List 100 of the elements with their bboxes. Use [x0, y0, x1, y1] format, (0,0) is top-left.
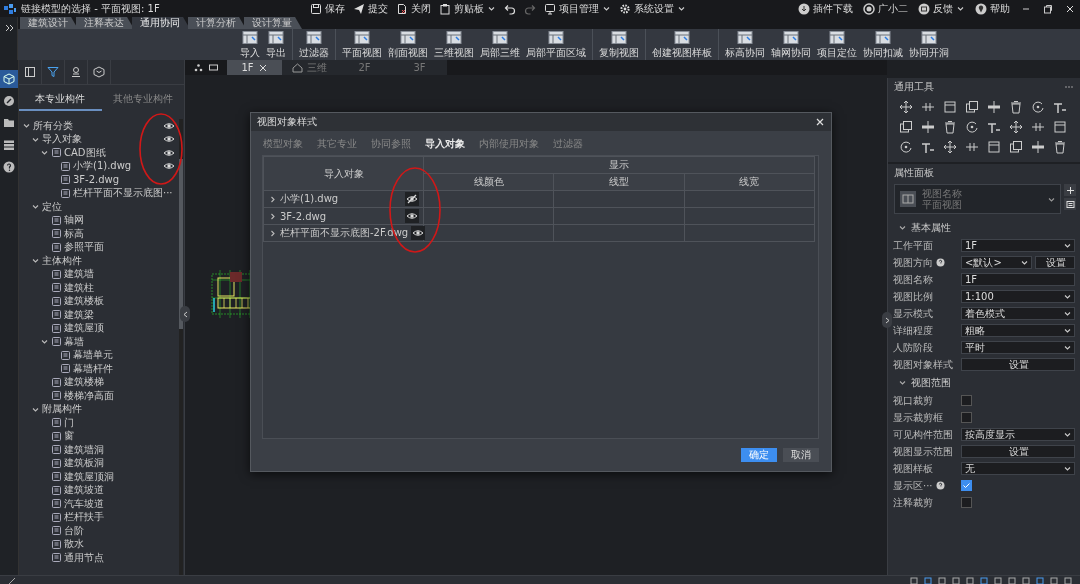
- rectangle-icon[interactable]: [208, 62, 219, 73]
- tree-item[interactable]: 汽车坡道: [64, 496, 175, 511]
- caret-icon[interactable]: [268, 194, 277, 204]
- toolbar-button[interactable]: 导出: [263, 29, 288, 60]
- checkbox[interactable]: [961, 395, 972, 406]
- dropdown[interactable]: 按高度显示: [961, 428, 1075, 441]
- rail-button[interactable]: [0, 70, 18, 88]
- move-icon[interactable]: [942, 140, 957, 154]
- rotate-icon[interactable]: [1030, 100, 1045, 114]
- menu-button[interactable]: 帮助: [975, 1, 1010, 16]
- add-button[interactable]: [1064, 184, 1076, 196]
- toolbar-button[interactable]: 协同开洞: [906, 29, 951, 60]
- restore-icon[interactable]: [1042, 2, 1054, 15]
- dialog-tab[interactable]: 导入对象: [425, 137, 465, 151]
- tree-item[interactable]: 建筑楼板: [64, 294, 175, 309]
- tree-item[interactable]: 建筑板洞: [64, 456, 175, 471]
- document-tab[interactable]: 1F: [227, 60, 282, 75]
- tree-item[interactable]: 幕墙: [64, 334, 175, 349]
- tree-item[interactable]: 导入对象: [42, 132, 161, 147]
- eye-icon[interactable]: [405, 209, 419, 223]
- rotate-icon[interactable]: [964, 120, 979, 134]
- tree-item[interactable]: 建筑楼梯: [64, 375, 175, 390]
- toolbar-button[interactable]: 三维视图: [431, 29, 476, 60]
- tree-item[interactable]: 标高: [64, 226, 175, 241]
- split-line-icon[interactable]: [1030, 120, 1045, 134]
- menu-button[interactable]: 插件下载: [798, 1, 853, 16]
- caret-icon[interactable]: [40, 148, 49, 158]
- dropdown[interactable]: 着色模式: [961, 307, 1075, 320]
- ribbon-tab[interactable]: 注释表达: [76, 17, 134, 29]
- copy-icon[interactable]: [964, 100, 979, 114]
- caret-icon[interactable]: [31, 256, 40, 266]
- tree-item[interactable]: 幕墙杆件: [73, 361, 175, 376]
- dropdown[interactable]: 无: [961, 462, 1075, 475]
- toolbar-button[interactable]: 局部平面区域: [523, 29, 588, 60]
- tree-item[interactable]: 所有分类: [33, 118, 161, 133]
- collapse-handle[interactable]: [882, 312, 892, 328]
- tree-item[interactable]: 小学(1).dwg: [73, 159, 161, 174]
- dropdown[interactable]: 1:100: [961, 290, 1075, 303]
- caret-icon[interactable]: [22, 121, 31, 131]
- toolbar-button[interactable]: 创建视图样板: [649, 29, 714, 60]
- panel-tab[interactable]: 其他专业构件: [101, 89, 184, 111]
- move-icon[interactable]: [898, 100, 913, 114]
- cancel-button[interactable]: 取消: [783, 448, 819, 462]
- toolbar-button[interactable]: 剖面视图: [385, 29, 430, 60]
- collapse-handle[interactable]: [180, 306, 190, 322]
- tree-item[interactable]: 门: [64, 415, 175, 430]
- tree-item[interactable]: 3F-2.dwg: [73, 174, 175, 186]
- toolbar-button[interactable]: 平面视图: [339, 29, 384, 60]
- split-line-icon[interactable]: [920, 100, 935, 114]
- checkbox[interactable]: [961, 480, 972, 491]
- tree-item[interactable]: 散水: [64, 537, 175, 552]
- checkbox[interactable]: [961, 412, 972, 423]
- settings-button[interactable]: 设置: [961, 358, 1075, 371]
- toolbar-button[interactable]: 导入: [237, 29, 262, 60]
- menu-button[interactable]: 剪贴板: [439, 1, 496, 16]
- edit-type-button[interactable]: [1064, 198, 1076, 210]
- eye-slash-icon[interactable]: [405, 192, 419, 206]
- expand-icon[interactable]: [3, 23, 14, 33]
- view-type-selector[interactable]: 视图名称 平面视图: [894, 184, 1061, 214]
- tree-item[interactable]: 附属构件: [42, 402, 175, 417]
- delete-icon[interactable]: [1008, 100, 1023, 114]
- dropdown[interactable]: 1F: [961, 239, 1075, 252]
- tree-item[interactable]: 建筑墙洞: [64, 442, 175, 457]
- tree-item[interactable]: 建筑柱: [64, 280, 175, 295]
- tree-item[interactable]: 定位: [42, 199, 175, 214]
- dropdown[interactable]: 粗略: [961, 324, 1075, 337]
- tree-item[interactable]: 轴网: [64, 213, 175, 228]
- caret-icon[interactable]: [268, 211, 277, 221]
- text-field[interactable]: 1F: [961, 273, 1075, 286]
- caret-icon[interactable]: [40, 337, 49, 347]
- toolbar-button[interactable]: 标高协同: [722, 29, 767, 60]
- tree-item[interactable]: 建筑屋顶: [64, 321, 175, 336]
- close-icon[interactable]: [815, 117, 825, 127]
- dropdown[interactable]: 平时: [961, 341, 1075, 354]
- menu-button[interactable]: 系统设置: [619, 1, 686, 16]
- checkbox[interactable]: [961, 497, 972, 508]
- tree-item[interactable]: CAD图纸: [64, 145, 161, 160]
- delete-icon[interactable]: [1052, 140, 1067, 154]
- tree-item[interactable]: 栏杆平面不显示底图···: [73, 186, 175, 201]
- settings-button[interactable]: 设置: [961, 445, 1075, 458]
- toolbar-button[interactable]: 过滤器: [296, 29, 331, 60]
- menu-button[interactable]: 项目管理: [544, 1, 611, 16]
- close-icon[interactable]: [257, 62, 268, 73]
- eye-icon[interactable]: [411, 226, 426, 240]
- dropdown[interactable]: <默认>: [961, 256, 1032, 269]
- ribbon-tab[interactable]: 建筑设计: [20, 17, 78, 29]
- ribbon-tab[interactable]: 通用协同: [132, 17, 190, 29]
- toolbar-button[interactable]: 项目定位: [814, 29, 859, 60]
- rotate-icon[interactable]: [898, 140, 913, 154]
- tree-item[interactable]: 参照平面: [64, 240, 175, 255]
- caret-icon[interactable]: [31, 202, 40, 212]
- panel-tab[interactable]: 本专业构件: [19, 89, 102, 111]
- menu-button[interactable]: 关闭: [396, 1, 431, 16]
- move-icon[interactable]: [1008, 120, 1023, 134]
- tree-item[interactable]: 主体构件: [42, 253, 175, 268]
- tree-item[interactable]: 通用节点: [64, 550, 175, 565]
- tree-item[interactable]: 建筑坡道: [64, 483, 175, 498]
- toolbar-button[interactable]: 协同扣减: [860, 29, 905, 60]
- dots-icon[interactable]: [193, 62, 204, 73]
- tree-item[interactable]: 建筑梁: [64, 307, 175, 322]
